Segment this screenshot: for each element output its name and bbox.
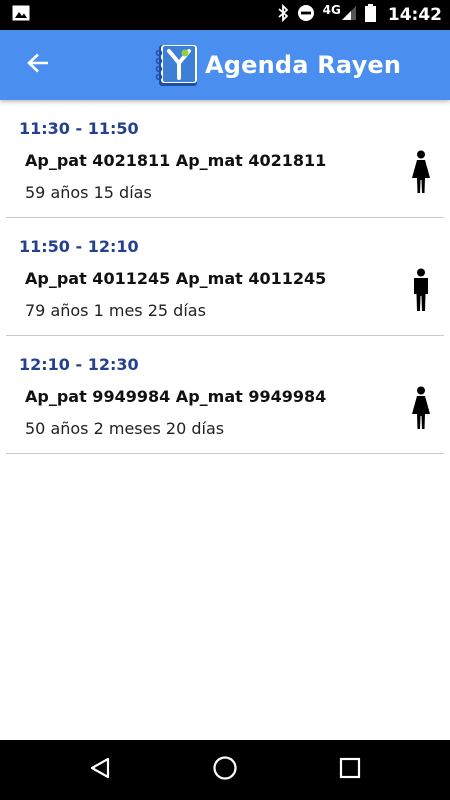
agenda-logo-icon: [155, 43, 199, 87]
back-button[interactable]: [18, 47, 58, 83]
patient-name: Ap_pat 4021811 Ap_mat 4021811: [25, 151, 327, 170]
patient-name: Ap_pat 4011245 Ap_mat 4011245: [25, 269, 327, 288]
bluetooth-icon: [277, 3, 289, 27]
appointment-time: 11:30 - 11:50: [19, 119, 139, 138]
image-notification-icon: [12, 5, 30, 26]
network-type-label: 4G: [322, 3, 341, 17]
patient-age: 79 años 1 mes 25 días: [25, 301, 206, 320]
nav-home-button[interactable]: [211, 755, 239, 786]
appointment-time: 11:50 - 12:10: [19, 237, 139, 256]
triangle-back-icon: [88, 756, 112, 785]
navigation-bar: [0, 740, 450, 800]
app-title-group: Agenda Rayen: [155, 42, 401, 88]
appointment-item[interactable]: 11:30 - 11:50 Ap_pat 4021811 Ap_mat 4021…: [6, 100, 444, 218]
status-bar: 4G 14:42: [0, 0, 450, 30]
patient-age: 59 años 15 días: [25, 183, 152, 202]
clock: 14:42: [387, 5, 442, 25]
circle-home-icon: [212, 755, 238, 786]
nav-recents-button[interactable]: [336, 756, 364, 784]
female-icon: [411, 386, 431, 430]
signal-icon: [341, 5, 357, 26]
female-icon: [411, 150, 431, 194]
appointment-list: 11:30 - 11:50 Ap_pat 4021811 Ap_mat 4021…: [0, 100, 450, 454]
appointment-time: 12:10 - 12:30: [19, 355, 139, 374]
male-icon: [411, 268, 431, 312]
square-recents-icon: [339, 757, 361, 784]
do-not-disturb-icon: [297, 4, 315, 27]
patient-name: Ap_pat 9949984 Ap_mat 9949984: [25, 387, 327, 406]
battery-icon: [364, 3, 376, 27]
nav-back-button[interactable]: [86, 756, 114, 784]
appointment-item[interactable]: 11:50 - 12:10 Ap_pat 4011245 Ap_mat 4011…: [6, 218, 444, 336]
arrow-back-icon: [27, 53, 49, 78]
app-bar: Agenda Rayen: [0, 30, 450, 100]
appointment-item[interactable]: 12:10 - 12:30 Ap_pat 9949984 Ap_mat 9949…: [6, 336, 444, 454]
app-title: Agenda Rayen: [205, 51, 402, 79]
patient-age: 50 años 2 meses 20 días: [25, 419, 225, 438]
